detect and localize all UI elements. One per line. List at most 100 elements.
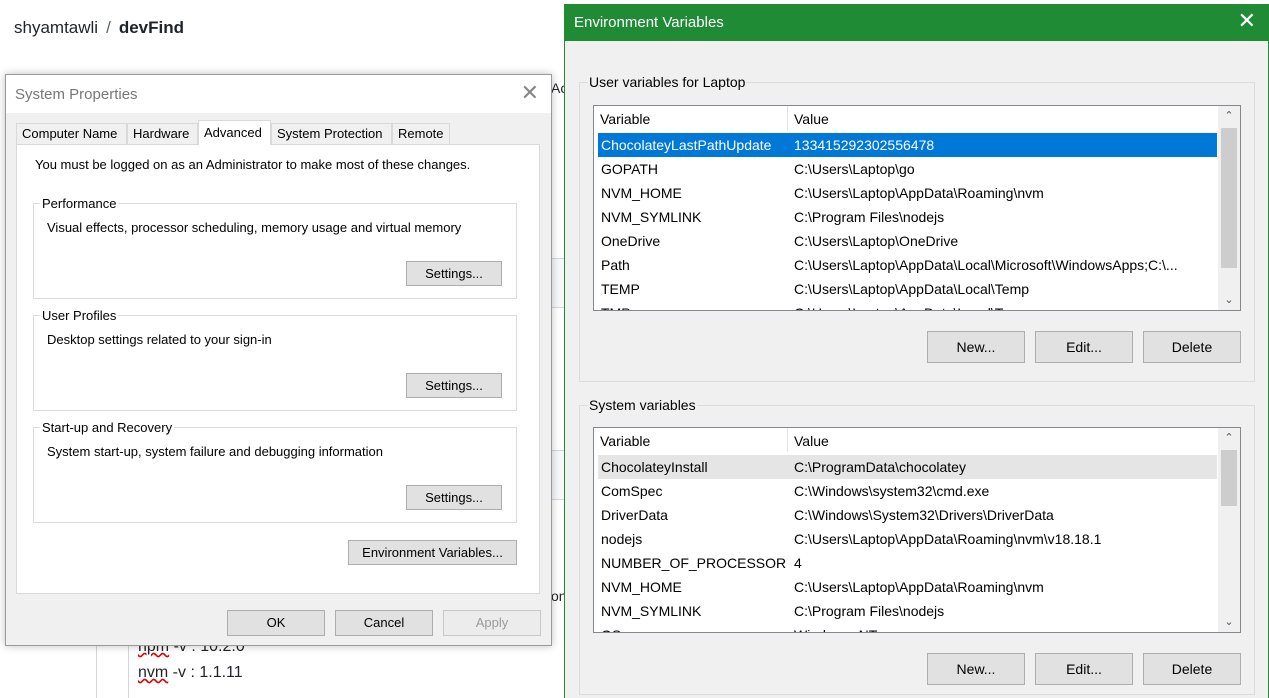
- group-description: System start-up, system failure and debu…: [47, 444, 384, 459]
- list-item[interactable]: TEMP C:\Users\Laptop\AppData\Local\Temp: [598, 277, 1217, 301]
- bg-divider: [96, 640, 97, 698]
- breadcrumb: shyamtawli / devFind: [14, 18, 184, 38]
- variable-value: C:\Users\Laptop\AppData\Local\Microsoft\…: [794, 257, 1178, 273]
- group-label: Performance: [40, 196, 119, 211]
- list-item[interactable]: GOPATH C:\Users\Laptop\go: [598, 157, 1217, 181]
- list-item[interactable]: NVM_SYMLINK C:\Program Files\nodejs: [598, 599, 1217, 623]
- list-item[interactable]: TMP C:\Users\Laptop\AppData\Local\Temp: [598, 301, 1217, 310]
- variable-name: Path: [601, 257, 630, 273]
- variable-value: Windows_NT: [794, 623, 1214, 632]
- list-item[interactable]: Path C:\Users\Laptop\AppData\Local\Micro…: [598, 253, 1217, 277]
- list-item[interactable]: NVM_SYMLINK C:\Program Files\nodejs: [598, 205, 1217, 229]
- bg-code-line: nvm -v : 1.1.11: [138, 664, 243, 682]
- list-item[interactable]: DriverData C:\Windows\System32\Drivers\D…: [598, 503, 1217, 527]
- variable-name: nodejs: [601, 531, 643, 547]
- list-item[interactable]: OneDrive C:\Users\Laptop\OneDrive: [598, 229, 1217, 253]
- scroll-down-icon[interactable]: ⌄: [1218, 612, 1240, 632]
- user-delete-button[interactable]: Delete: [1143, 331, 1241, 363]
- column-header-variable[interactable]: Variable: [594, 428, 788, 452]
- group-description: Desktop settings related to your sign-in: [47, 332, 272, 347]
- scroll-down-icon[interactable]: ⌄: [1218, 290, 1240, 310]
- variable-name: ComSpec: [601, 483, 663, 499]
- variable-value: 133415292302556478: [794, 137, 935, 153]
- breadcrumb-repo[interactable]: devFind: [119, 18, 184, 37]
- bg-code-rest: -v : 1.1.11: [168, 664, 243, 681]
- user-profiles-group: User Profiles Desktop settings related t…: [33, 308, 517, 411]
- variable-name: TEMP: [601, 281, 640, 297]
- user-new-button[interactable]: New...: [927, 331, 1025, 363]
- variable-value: 4: [794, 555, 802, 571]
- variable-value: C:\Program Files\nodejs: [794, 209, 945, 225]
- admin-note: You must be logged on as an Administrato…: [35, 157, 471, 172]
- group-label: Start-up and Recovery: [40, 420, 175, 435]
- bg-code-cmd: nvm: [138, 664, 169, 681]
- tab-advanced[interactable]: Advanced: [198, 120, 271, 145]
- close-icon[interactable]: ✕: [521, 81, 539, 105]
- startup-recovery-group: Start-up and Recovery System start-up, s…: [33, 420, 517, 523]
- vertical-scrollbar[interactable]: ⌃ ⌄: [1218, 428, 1240, 632]
- variable-value: C:\Users\Laptop\OneDrive: [794, 233, 959, 249]
- column-header-value[interactable]: Value: [788, 106, 1218, 130]
- startup-recovery-settings-button[interactable]: Settings...: [406, 485, 502, 510]
- advanced-tab-panel: You must be logged on as an Administrato…: [16, 144, 540, 594]
- user-variables-label: User variables for Laptop: [588, 74, 747, 90]
- group-description: Visual effects, processor scheduling, me…: [47, 220, 462, 235]
- variable-value: C:\Users\Laptop\AppData\Local\Temp: [794, 281, 1030, 297]
- list-header: Variable Value: [594, 106, 1218, 130]
- variable-name: ChocolateyLastPathUpdate: [601, 137, 772, 153]
- variable-name: DriverData: [601, 507, 668, 523]
- variable-name: GOPATH: [601, 161, 659, 177]
- user-variables-list[interactable]: Variable Value ChocolateyLastPathUpdate …: [593, 105, 1241, 311]
- column-header-value[interactable]: Value: [788, 428, 1218, 452]
- list-item[interactable]: NVM_HOME C:\Users\Laptop\AppData\Roaming…: [598, 181, 1217, 205]
- title-bar[interactable]: System Properties ✕: [6, 75, 551, 113]
- list-item[interactable]: nodejs C:\Users\Laptop\AppData\Roaming\n…: [598, 527, 1217, 551]
- scroll-thumb[interactable]: [1221, 450, 1237, 506]
- scroll-thumb[interactable]: [1221, 128, 1237, 268]
- user-edit-button[interactable]: Edit...: [1035, 331, 1133, 363]
- environment-variables-button[interactable]: Environment Variables...: [348, 540, 517, 565]
- system-variables-list[interactable]: Variable Value ChocolateyInstall C:\Prog…: [593, 427, 1241, 633]
- system-edit-button[interactable]: Edit...: [1035, 653, 1133, 685]
- list-item[interactable]: ComSpec C:\Windows\system32\cmd.exe: [598, 479, 1217, 503]
- variable-value: C:\Program Files\nodejs: [794, 603, 945, 619]
- list-header: Variable Value: [594, 428, 1218, 452]
- variable-name: ChocolateyInstall: [601, 459, 708, 475]
- list-item[interactable]: NUMBER_OF_PROCESSORS 4: [598, 551, 1217, 575]
- breadcrumb-owner[interactable]: shyamtawli: [14, 18, 98, 37]
- vertical-scrollbar[interactable]: ⌃ ⌄: [1218, 106, 1240, 310]
- system-delete-button[interactable]: Delete: [1143, 653, 1241, 685]
- variable-name: OneDrive: [601, 233, 661, 249]
- variable-name: NUMBER_OF_PROCESSORS: [601, 555, 787, 571]
- dialog-title: System Properties: [15, 86, 138, 103]
- tab-remote[interactable]: Remote: [392, 123, 450, 144]
- tab-computer-name[interactable]: Computer Name: [16, 123, 127, 144]
- variable-value: C:\Windows\System32\Drivers\DriverData: [794, 507, 1054, 523]
- close-icon[interactable]: ✕: [1238, 8, 1256, 34]
- group-label: User Profiles: [40, 308, 119, 323]
- list-item[interactable]: OS Windows_NT: [598, 623, 1217, 632]
- cancel-button[interactable]: Cancel: [335, 610, 433, 636]
- breadcrumb-separator: /: [106, 18, 111, 37]
- tab-system-protection[interactable]: System Protection: [271, 123, 392, 144]
- scroll-up-icon[interactable]: ⌃: [1218, 428, 1240, 448]
- list-item[interactable]: ChocolateyLastPathUpdate 133415292302556…: [598, 133, 1217, 157]
- variable-value: C:\ProgramData\chocolatey: [794, 459, 966, 475]
- system-new-button[interactable]: New...: [927, 653, 1025, 685]
- ok-button[interactable]: OK: [227, 610, 325, 636]
- performance-group: Performance Visual effects, processor sc…: [33, 196, 517, 299]
- variable-name: TMP: [601, 301, 787, 310]
- performance-settings-button[interactable]: Settings...: [406, 261, 502, 286]
- title-bar[interactable]: Environment Variables ✕: [565, 4, 1269, 41]
- apply-button[interactable]: Apply: [443, 610, 541, 636]
- tab-hardware[interactable]: Hardware: [127, 123, 198, 144]
- scroll-up-icon[interactable]: ⌃: [1218, 106, 1240, 126]
- environment-variables-dialog: Environment Variables ✕ User variables f…: [564, 4, 1269, 698]
- system-variables-label: System variables: [588, 397, 697, 413]
- list-item[interactable]: ChocolateyInstall C:\ProgramData\chocola…: [598, 455, 1217, 479]
- column-header-variable[interactable]: Variable: [594, 106, 788, 130]
- variable-value: C:\Users\Laptop\AppData\Roaming\nvm\v18.…: [794, 531, 1102, 547]
- user-profiles-settings-button[interactable]: Settings...: [406, 373, 502, 398]
- list-item[interactable]: NVM_HOME C:\Users\Laptop\AppData\Roaming…: [598, 575, 1217, 599]
- bg-divider: [128, 640, 129, 698]
